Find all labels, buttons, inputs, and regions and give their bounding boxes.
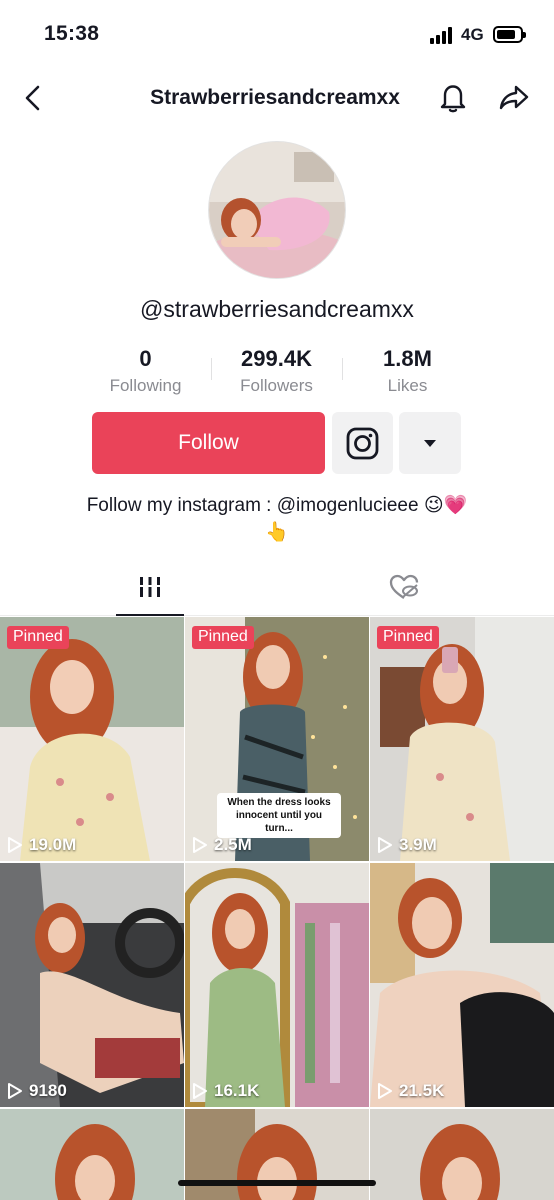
video-thumbnail: [370, 1109, 554, 1200]
view-count-text: 2.5M: [214, 835, 252, 854]
tab-liked[interactable]: [370, 560, 438, 615]
network-label: 4G: [461, 25, 484, 44]
share-arrow-icon: [499, 85, 529, 110]
stat-following[interactable]: 0 Following: [80, 346, 211, 396]
view-count-text: 16.1K: [214, 1081, 260, 1100]
video-thumbnail: [0, 617, 184, 861]
bell-icon: [440, 85, 466, 113]
stat-followers[interactable]: 299.4K Followers: [211, 346, 342, 396]
tab-videos[interactable]: [116, 560, 184, 616]
profile-tabs: [0, 560, 554, 616]
view-count: 21.5K: [377, 1081, 444, 1101]
video-thumbnail: [185, 1109, 369, 1200]
liked-hidden-icon: [389, 574, 419, 599]
profile-stats: 0 Following 299.4K Followers 1.8M Likes: [80, 346, 474, 398]
video-thumbnail: [185, 863, 369, 1107]
view-count-text: 19.0M: [29, 835, 77, 854]
back-button[interactable]: [18, 82, 50, 114]
view-count-text: 21.5K: [399, 1081, 445, 1100]
active-tab-underline: [116, 614, 184, 616]
play-icon: [193, 1083, 207, 1099]
video-caption: When the dress looks innocent until you …: [217, 793, 341, 838]
video-tile[interactable]: 9180: [0, 863, 184, 1107]
video-thumbnail: [370, 863, 554, 1107]
notification-bell-button[interactable]: [436, 80, 470, 114]
video-tile[interactable]: [0, 1109, 184, 1200]
bio-line: Follow my instagram : @imogenlucieee 😉💗: [86, 495, 468, 516]
video-tile[interactable]: 16.1K: [185, 863, 369, 1107]
play-icon: [8, 1083, 22, 1099]
caret-down-icon: [424, 440, 436, 447]
page-title: Strawberriesandcreamxx: [150, 86, 400, 109]
followers-count: 299.4K: [241, 346, 312, 371]
likes-count: 1.8M: [383, 346, 432, 371]
video-tile[interactable]: Pinned 3.9M: [370, 617, 554, 861]
video-tile[interactable]: [370, 1109, 554, 1200]
view-count: 3.9M: [377, 835, 437, 855]
view-count: 19.0M: [7, 835, 76, 855]
profile-handle: @strawberriesandcreamxx: [140, 296, 414, 322]
view-count-text: 9180: [29, 1081, 67, 1100]
home-indicator[interactable]: [178, 1180, 376, 1186]
view-count: 16.1K: [192, 1081, 259, 1101]
chevron-left-icon: [25, 85, 40, 111]
following-label: Following: [109, 376, 182, 395]
video-tile[interactable]: Pinned When the dress looks innocent unt…: [185, 617, 369, 861]
stat-likes[interactable]: 1.8M Likes: [342, 346, 473, 396]
signal-icon: [430, 27, 456, 44]
battery-icon: [493, 26, 526, 43]
play-icon: [8, 837, 22, 853]
pinned-badge: Pinned: [192, 626, 254, 649]
following-count: 0: [139, 346, 152, 371]
likes-label: Likes: [387, 376, 428, 395]
status-bar: 15:38 4G: [0, 0, 554, 70]
more-options-button[interactable]: [399, 412, 461, 474]
play-icon: [378, 837, 392, 853]
followers-label: Followers: [240, 376, 313, 395]
video-tile[interactable]: [185, 1109, 369, 1200]
share-button[interactable]: [497, 80, 531, 114]
view-count: 2.5M: [192, 835, 252, 855]
videos-grid-icon: [139, 577, 161, 597]
profile-bio: Follow my instagram : @imogenlucieee 😉💗 …: [40, 492, 514, 546]
video-thumbnail: [0, 863, 184, 1107]
video-thumbnail: [370, 617, 554, 861]
video-tile[interactable]: 21.5K: [370, 863, 554, 1107]
instagram-button[interactable]: [332, 412, 393, 474]
pinned-badge: Pinned: [377, 626, 439, 649]
avatar-photo: [209, 142, 345, 278]
instagram-icon: [346, 427, 379, 460]
video-tile[interactable]: Pinned 19.0M: [0, 617, 184, 861]
view-count-text: 3.9M: [399, 835, 437, 854]
pinned-badge: Pinned: [7, 626, 69, 649]
bio-line: 👆: [265, 522, 289, 543]
status-time: 15:38: [44, 22, 100, 45]
play-icon: [378, 1083, 392, 1099]
follow-button[interactable]: Follow: [92, 412, 325, 474]
video-thumbnail: [0, 1109, 184, 1200]
profile-header: Strawberriesandcreamxx: [0, 70, 554, 126]
view-count: 9180: [7, 1081, 67, 1101]
play-icon: [193, 837, 207, 853]
avatar[interactable]: [208, 141, 346, 279]
